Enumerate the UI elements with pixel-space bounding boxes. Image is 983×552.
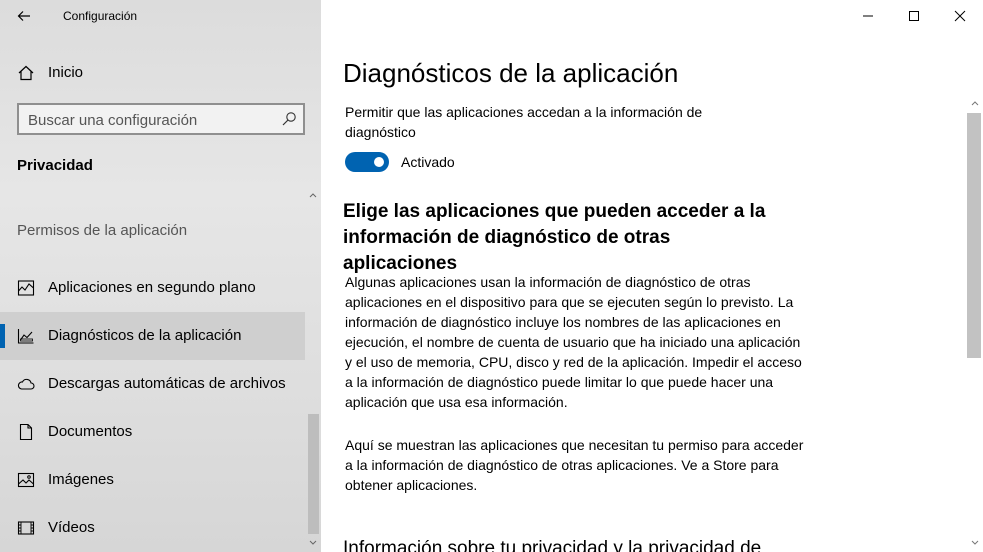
video-icon — [17, 521, 35, 535]
search-icon[interactable] — [281, 111, 297, 127]
sidebar-item-documents[interactable]: Documentos — [0, 408, 305, 456]
search-input[interactable] — [28, 110, 268, 130]
main-scroll-up-arrow[interactable] — [968, 96, 982, 110]
back-arrow-icon — [17, 11, 30, 21]
toggle-row: Activado — [345, 151, 455, 173]
chevron-down-icon — [971, 540, 979, 545]
sidebar-item-label: Imágenes — [48, 471, 114, 488]
search-box[interactable] — [17, 103, 305, 135]
main-scroll-down-arrow[interactable] — [968, 536, 982, 550]
sidebar-scrollbar-thumb[interactable] — [308, 414, 319, 534]
group-title: Permisos de la aplicación — [17, 222, 188, 239]
toggle-knob — [374, 157, 384, 167]
section-title: Privacidad — [17, 157, 93, 174]
description-paragraph: Algunas aplicaciones usan la información… — [345, 274, 802, 410]
image-icon — [17, 472, 35, 488]
diagnostics-icon — [17, 329, 34, 344]
toggle-description: Permitir que las aplicaciones accedan a … — [345, 104, 703, 140]
sidebar: Configuración Inicio Privacidad Permisos… — [0, 0, 321, 552]
sidebar-scroll-down-arrow[interactable] — [307, 536, 319, 550]
titlebar-left: Configuración — [0, 0, 321, 32]
page-title: Diagnósticos de la aplicación — [343, 58, 679, 88]
window-controls — [845, 0, 983, 32]
sidebar-item-label: Documentos — [48, 423, 133, 440]
privacy-info-heading: Información sobre tu privacidad y la pri… — [343, 538, 762, 552]
home-icon — [18, 65, 34, 81]
sidebar-item-app-diagnostics[interactable]: Diagnósticos de la aplicación — [0, 312, 305, 360]
maximize-icon — [909, 11, 919, 21]
app-title: Configuración — [63, 9, 138, 23]
chevron-up-icon — [971, 101, 979, 106]
main-scrollbar-thumb[interactable] — [967, 113, 981, 358]
chevron-up-icon — [309, 193, 317, 198]
sidebar-item-images[interactable]: Imágenes — [0, 456, 305, 504]
nav-home-label: Inicio — [48, 64, 84, 81]
maximize-button[interactable] — [891, 0, 937, 32]
minimize-button[interactable] — [845, 0, 891, 32]
close-icon — [954, 10, 966, 22]
back-button[interactable] — [8, 4, 40, 28]
sidebar-item-label: Descargas automáticas de archivos — [48, 375, 286, 392]
sidebar-item-label: Vídeos — [48, 519, 95, 536]
apps-list-info-paragraph: Aquí se muestran las aplicaciones que ne… — [345, 437, 804, 493]
selection-indicator — [0, 324, 5, 348]
toggle-state-label: Activado — [401, 154, 455, 170]
sidebar-item-videos[interactable]: Vídeos — [0, 504, 305, 552]
chevron-down-icon — [309, 540, 317, 545]
sidebar-scroll-up-arrow[interactable] — [307, 188, 319, 202]
sidebar-item-label: Diagnósticos de la aplicación — [48, 327, 242, 344]
document-icon — [19, 423, 33, 441]
nav-home[interactable]: Inicio — [0, 56, 305, 90]
sidebar-item-auto-downloads[interactable]: Descargas automáticas de archivos — [0, 360, 305, 408]
cloud-icon — [17, 378, 35, 390]
background-apps-icon — [17, 280, 35, 296]
main-content: Diagnósticos de la aplicación Permitir q… — [321, 0, 983, 552]
sidebar-item-background-apps[interactable]: Aplicaciones en segundo plano — [0, 264, 305, 312]
diagnostics-toggle[interactable] — [345, 152, 389, 172]
sidebar-item-label: Aplicaciones en segundo plano — [48, 279, 256, 296]
minimize-icon — [863, 15, 873, 17]
close-button[interactable] — [937, 0, 983, 32]
section-subheading: Elige las aplicaciones que pueden accede… — [343, 201, 766, 274]
